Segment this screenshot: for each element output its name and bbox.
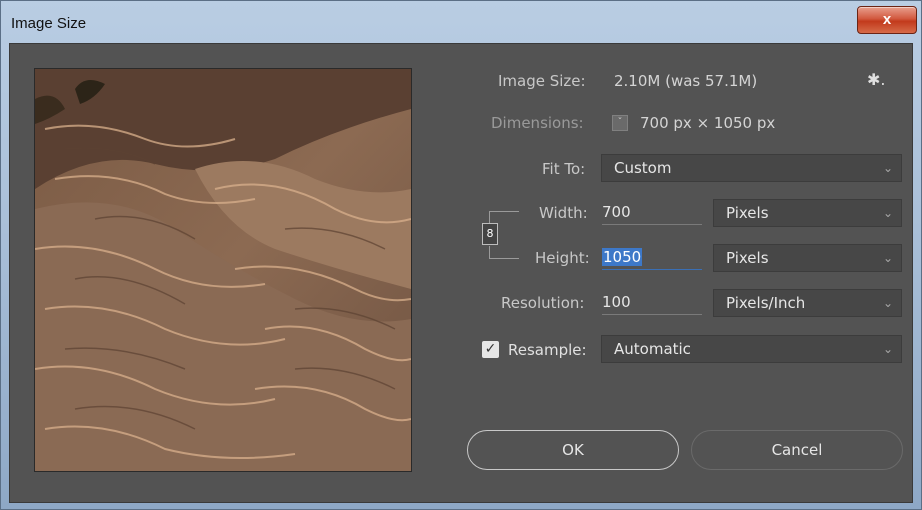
cancel-button[interactable]: Cancel bbox=[691, 430, 903, 470]
height-unit-select[interactable]: Pixels ⌄ bbox=[713, 244, 902, 272]
resample-checkbox[interactable]: ✓ bbox=[482, 341, 499, 358]
link-bracket-top-vertical bbox=[489, 211, 490, 223]
image-size-window: Image Size x Image Size: 2.10M (was 57.1… bbox=[0, 0, 922, 510]
fit-to-select[interactable]: Custom ⌄ bbox=[601, 154, 902, 182]
image-preview[interactable] bbox=[34, 68, 412, 472]
resolution-label: Resolution: bbox=[501, 294, 585, 312]
resolution-unit-value: Pixels/Inch bbox=[726, 294, 806, 312]
height-input-selected-text: 1050 bbox=[602, 248, 643, 266]
chevron-down-icon: ⌄ bbox=[882, 342, 893, 356]
close-button[interactable]: x bbox=[857, 6, 917, 34]
height-unit-value: Pixels bbox=[726, 249, 769, 267]
resolution-input[interactable]: 100 bbox=[602, 289, 702, 315]
fit-to-value: Custom bbox=[614, 159, 672, 177]
resample-label: Resample: bbox=[508, 341, 587, 359]
rock-texture-image bbox=[35, 69, 411, 471]
width-unit-value: Pixels bbox=[726, 204, 769, 222]
dimensions-unit-toggle[interactable]: ˇ bbox=[612, 115, 628, 131]
dimensions-value: 700 px × 1050 px bbox=[640, 114, 776, 132]
width-input[interactable]: 700 bbox=[602, 199, 702, 225]
link-bracket-bottom bbox=[489, 258, 519, 259]
image-size-label: Image Size: bbox=[498, 72, 586, 90]
dialog-body: Image Size: 2.10M (was 57.1M) ✱. Dimensi… bbox=[9, 43, 913, 503]
height-input[interactable]: 1050 bbox=[602, 244, 702, 270]
title-bar[interactable]: Image Size x bbox=[1, 1, 921, 43]
window-title: Image Size bbox=[11, 15, 87, 32]
image-size-value: 2.10M (was 57.1M) bbox=[614, 72, 758, 90]
width-unit-select[interactable]: Pixels ⌄ bbox=[713, 199, 902, 227]
chevron-down-icon: ⌄ bbox=[882, 296, 893, 310]
resample-method-select[interactable]: Automatic ⌄ bbox=[601, 335, 902, 363]
dimensions-label: Dimensions: bbox=[491, 114, 584, 132]
constrain-proportions-link-icon[interactable]: 8 bbox=[482, 223, 498, 245]
chevron-down-icon: ⌄ bbox=[882, 161, 893, 175]
gear-icon[interactable]: ✱. bbox=[867, 70, 886, 89]
resample-method-value: Automatic bbox=[614, 340, 691, 358]
link-bracket-bottom-vertical bbox=[489, 246, 490, 258]
height-label: Height: bbox=[535, 249, 590, 267]
chevron-down-icon: ⌄ bbox=[882, 251, 893, 265]
fit-to-label: Fit To: bbox=[542, 160, 586, 178]
link-bracket-top bbox=[489, 211, 519, 212]
chevron-down-icon: ⌄ bbox=[882, 206, 893, 220]
width-label: Width: bbox=[539, 204, 588, 222]
ok-button[interactable]: OK bbox=[467, 430, 679, 470]
resolution-unit-select[interactable]: Pixels/Inch ⌄ bbox=[713, 289, 902, 317]
